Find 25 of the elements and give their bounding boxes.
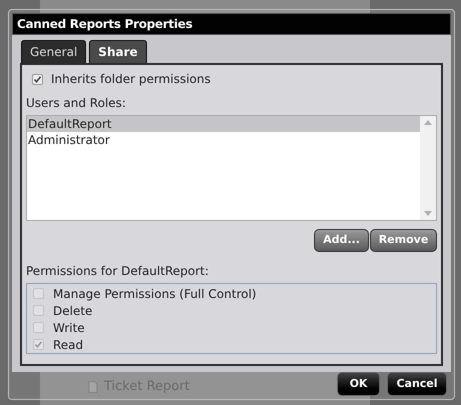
list-item[interactable]: Administrator bbox=[27, 132, 420, 148]
window-title: Canned Reports Properties bbox=[12, 13, 451, 35]
checkbox[interactable] bbox=[33, 322, 44, 333]
checkbox[interactable] bbox=[33, 288, 44, 299]
checkbox[interactable] bbox=[33, 305, 44, 316]
scrollbar[interactable] bbox=[420, 116, 436, 220]
checkbox[interactable] bbox=[32, 74, 43, 84]
permission-label: Manage Permissions (Full Control) bbox=[53, 286, 256, 302]
checkbox[interactable] bbox=[33, 339, 44, 350]
dialog-button[interactable]: Cancel bbox=[387, 372, 447, 396]
scroll-up-icon[interactable] bbox=[424, 120, 432, 125]
dialog-button[interactable]: OK bbox=[337, 372, 380, 396]
section-label: Permissions for DefaultReport: bbox=[26, 263, 210, 278]
scroll-down-icon[interactable] bbox=[424, 211, 432, 216]
checkbox-label: Inherits folder permissions bbox=[51, 71, 211, 88]
tab[interactable]: Share bbox=[89, 40, 147, 63]
section-label: Users and Roles: bbox=[26, 95, 127, 110]
tab[interactable]: General bbox=[21, 40, 86, 63]
permission-label: Delete bbox=[53, 302, 92, 320]
list-item[interactable]: DefaultReport bbox=[27, 116, 420, 132]
action-button[interactable]: Add... bbox=[314, 229, 369, 252]
action-button[interactable]: Remove bbox=[370, 229, 437, 252]
permission-label: Read bbox=[53, 336, 84, 354]
permission-label: Write bbox=[53, 320, 85, 336]
document-icon bbox=[88, 381, 98, 393]
